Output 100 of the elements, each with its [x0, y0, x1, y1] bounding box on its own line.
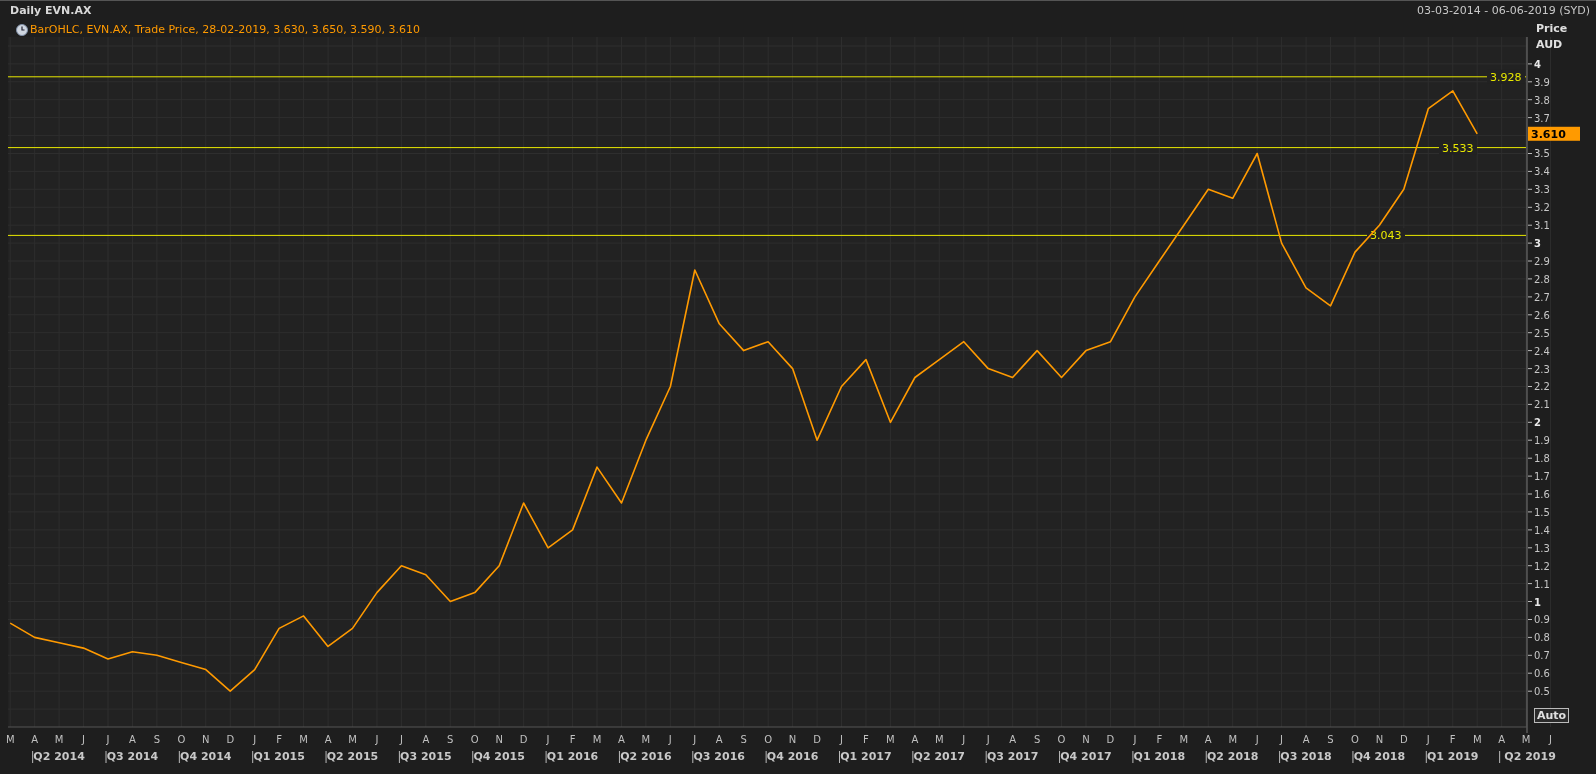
y-tick-label: 1.3	[1534, 542, 1550, 554]
month-label: D	[519, 734, 528, 745]
quarter-label: Q3 2017	[986, 750, 1039, 763]
y-tick-label: 1.8	[1534, 453, 1550, 465]
month-label: F	[569, 734, 576, 745]
y-tick-label: 2.7	[1534, 291, 1550, 303]
month-label: A	[129, 734, 136, 745]
month-label: A	[1204, 734, 1212, 745]
last-price-badge: 3.610	[1528, 126, 1580, 141]
y-tick-label: 0.6	[1534, 668, 1550, 680]
y-tick-label: 3.9	[1534, 76, 1550, 88]
month-label: M	[299, 734, 308, 745]
line-label: 3.533	[1442, 141, 1474, 155]
month-label: N	[1375, 734, 1384, 745]
y-tick-label: 3.7	[1534, 112, 1550, 124]
y-tick-label: 2.6	[1534, 309, 1550, 321]
auto-button[interactable]: Auto	[1534, 708, 1570, 723]
month-label: D	[226, 734, 235, 745]
month-label: J	[253, 734, 257, 745]
month-label: J	[1280, 734, 1284, 745]
month-label: M	[641, 734, 651, 745]
quarter-label: Q3 2015	[400, 750, 452, 763]
month-label: N	[202, 734, 210, 745]
month-label: O	[764, 734, 773, 745]
month-label: M	[935, 734, 944, 745]
quarter-label: Q1 2015	[253, 750, 305, 763]
month-label: N	[495, 734, 503, 745]
month-label: M	[886, 734, 895, 745]
y-tick-label: 2.8	[1534, 273, 1550, 285]
y-tick-label: 1.1	[1534, 578, 1550, 590]
y-tick-label: 1.4	[1534, 524, 1550, 536]
y-tick-label: 1.2	[1534, 560, 1550, 572]
y-tick-label: 2.1	[1534, 399, 1550, 411]
month-label: D	[1400, 734, 1408, 745]
date-range: 03-03-2014 - 06-06-2019 (SYD)	[1416, 4, 1590, 17]
month-label: D	[813, 734, 821, 745]
y-tick-label: 3.4	[1534, 166, 1550, 178]
month-label: A	[324, 734, 332, 745]
quarter-label: Q2 2016	[620, 750, 672, 763]
month-label: M	[5, 734, 15, 745]
month-label: M	[1521, 734, 1531, 745]
month-label: O	[1057, 734, 1066, 745]
month-label: O	[470, 734, 479, 745]
y-tick-label: 3.1	[1534, 220, 1550, 232]
month-label: F	[276, 734, 283, 745]
month-label: A	[31, 734, 39, 745]
quarter-label: Q4 2016	[766, 750, 819, 763]
y-tick-label: 1.9	[1534, 435, 1550, 447]
quarter-label: Q1 2018	[1133, 750, 1186, 763]
month-label: M	[1179, 734, 1189, 745]
month-label: F	[863, 734, 869, 745]
month-label: S	[740, 734, 747, 745]
month-label: S	[153, 734, 161, 745]
quarter-label: Q2 2015	[326, 750, 379, 763]
y-tick-label: 4	[1534, 58, 1541, 70]
month-label: M	[1228, 734, 1237, 745]
quarter-label: Q1 2019	[1427, 750, 1479, 763]
month-label: S	[447, 734, 454, 745]
month-label: M	[592, 734, 602, 745]
month-label: F	[1449, 734, 1456, 745]
axis-title: Price	[1536, 22, 1568, 35]
month-label: J	[375, 734, 379, 745]
y-tick-label: 3.3	[1534, 184, 1550, 196]
month-label: J	[1426, 734, 1430, 745]
legend-text: BarOHLC, EVN.AX, Trade Price, 28-02-2019, 3.630, 3.650, 3.590, 3.610	[30, 23, 421, 36]
quarter-label: Q4 2018	[1353, 750, 1406, 763]
month-label: J	[986, 734, 990, 745]
y-tick-label: 1.5	[1534, 506, 1550, 518]
y-tick-label: 3	[1534, 238, 1541, 250]
quarter-label: Q2 2018	[1206, 750, 1259, 763]
month-label: S	[1033, 734, 1041, 745]
y-tick-label: 3.5	[1534, 148, 1550, 160]
month-label: J	[840, 734, 843, 745]
month-label: J	[693, 734, 697, 745]
month-label: J	[668, 734, 672, 745]
axis-unit: AUD	[1536, 38, 1563, 51]
y-tick-label: 2	[1534, 417, 1541, 429]
y-tick-label: 0.9	[1534, 614, 1550, 626]
month-label: J	[1133, 734, 1137, 745]
chart-title: Daily EVN.AX	[10, 4, 92, 17]
quarter-label: Q1 2017	[840, 750, 892, 763]
y-tick-label: 0.7	[1534, 650, 1550, 662]
month-label: J	[399, 734, 403, 745]
month-label: A	[618, 734, 625, 745]
month-label: A	[422, 734, 430, 745]
month-label: J	[962, 734, 966, 745]
y-tick-label: 0.8	[1534, 632, 1550, 644]
month-label: N	[788, 734, 797, 745]
month-label: J	[106, 734, 110, 745]
month-label: A	[911, 734, 919, 745]
month-label: J	[546, 734, 550, 745]
quarter-label: Q3 2016	[693, 750, 745, 763]
month-label: M	[54, 734, 64, 745]
quarter-label: Q4 2017	[1060, 750, 1112, 763]
month-label: M	[348, 734, 357, 745]
quarter-label: Q3 2014	[106, 750, 159, 763]
y-tick-label: 2.5	[1534, 327, 1550, 339]
month-label: A	[1302, 734, 1310, 745]
y-tick-label: 1.7	[1534, 471, 1550, 483]
month-label: N	[1082, 734, 1090, 745]
